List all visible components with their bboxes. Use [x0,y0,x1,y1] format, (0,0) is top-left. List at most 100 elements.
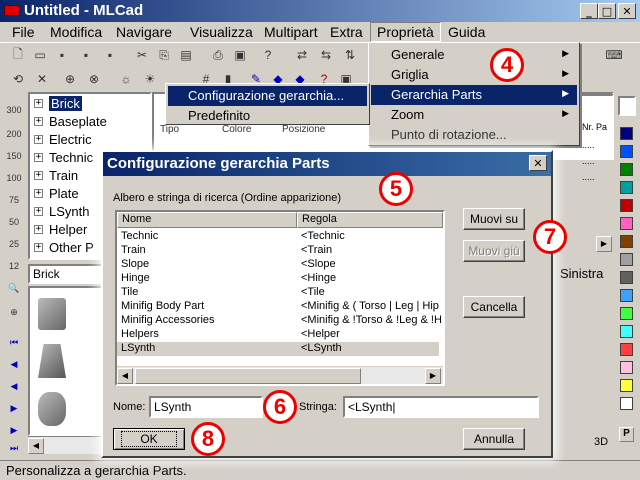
context-help-icon[interactable]: ? [258,45,278,65]
tree-item-lsynth[interactable]: + LSynth [34,202,89,220]
zoom-75-icon[interactable]: 75 [4,190,24,210]
color-swatch[interactable] [620,181,633,194]
color-swatch[interactable] [620,217,633,230]
delete-icon[interactable]: ✕ [32,69,52,89]
magnifier-icon[interactable]: 🔍 [4,278,24,298]
cancel-button[interactable]: Annulla [463,428,525,450]
color-swatch[interactable] [620,253,633,266]
tree-item-plate[interactable]: + Plate [34,184,79,202]
round-brick-thumbnail[interactable] [38,392,66,426]
menu-visualizza[interactable]: Visualizza [190,24,253,40]
tree-item-technic[interactable]: + Technic [34,148,93,166]
menu-item-configurazione[interactable]: Configurazione gerarchia... [168,86,367,106]
tree-item-electric[interactable]: + Electric [34,130,92,148]
tree-item-helper[interactable]: + Helper [34,220,87,238]
color-swatch[interactable] [620,163,633,176]
prev-step-icon[interactable]: ◀ [4,354,24,374]
menu-guida[interactable]: Guida [448,24,485,40]
move-up-icon[interactable]: ⇅ [340,45,360,65]
list-row[interactable]: Tile <Tile [117,286,439,300]
color-swatch[interactable] [620,343,633,356]
zoom-out-icon[interactable]: ⊗ [84,69,104,89]
menu-navigare[interactable]: Navigare [116,24,172,40]
scroll-left-arrow[interactable]: ◀ [117,368,133,384]
prev-icon[interactable]: ◀ [4,376,24,396]
list-row[interactable]: Slope <Slope [117,258,439,272]
list-row[interactable]: Hinge <Hinge [117,272,439,286]
tree-item-train[interactable]: + Train [34,166,78,184]
new-file-icon[interactable]: 🗋 [8,45,28,65]
menu-proprieta[interactable]: Proprietà [370,22,441,42]
list-row[interactable]: Minifig Accessories <Minifig & !Torso & !… [117,314,442,328]
zoom-all-icon[interactable]: ⊕ [4,302,24,322]
print-icon[interactable]: ⎙ [208,45,228,65]
zoom-in-icon[interactable]: ⊕ [60,69,80,89]
move-down-button[interactable]: Muovi giù [463,240,525,262]
move-left-icon[interactable]: ⇄ [292,45,312,65]
last-step-icon[interactable]: ⏭ [4,438,24,458]
scroll-left-arrow[interactable]: ◀ [28,438,44,454]
minimize-button[interactable]: _ [580,3,598,19]
light-icon[interactable]: ☀ [140,69,160,89]
stringa-input[interactable]: <LSynth| [343,396,539,418]
tree-item-baseplate[interactable]: + Baseplate [34,112,107,130]
menu-multipart[interactable]: Multipart [264,24,318,40]
color-swatch[interactable] [620,271,633,284]
bulb-icon[interactable]: ☼ [116,69,136,89]
rotate-icon[interactable]: ⟲ [8,69,28,89]
cone-thumbnail[interactable] [38,344,66,378]
zoom-150-icon[interactable]: 150 [4,146,24,166]
scroll-right-arrow[interactable]: ▶ [425,368,441,384]
zoom-25-icon[interactable]: 25 [4,234,24,254]
listview-hscroll[interactable]: ◀ ▶ [117,366,443,384]
zoom-200-icon[interactable]: 200 [4,124,24,144]
color-swatch[interactable] [620,235,633,248]
delete-button[interactable]: Cancella [463,296,525,318]
next-icon[interactable]: ▶ [4,398,24,418]
zoom-300-icon[interactable]: 300 [4,100,24,120]
copy-icon[interactable]: ⎘ [154,45,174,65]
save-all-icon[interactable]: ▪ [100,45,120,65]
color-swatch[interactable] [620,361,633,374]
menu-item-punto-rotazione[interactable]: Punto di rotazione... [371,125,577,145]
column-header-nome[interactable]: Nome [117,212,297,228]
zoom-50-icon[interactable]: 50 [4,212,24,232]
color-swatch[interactable] [620,289,633,302]
color-swatch[interactable] [620,127,633,140]
nome-input[interactable]: LSynth [149,396,263,418]
keyboard-icon[interactable]: ⌨ [604,45,624,65]
color-swatch[interactable] [620,307,633,320]
color-swatch[interactable] [620,145,633,158]
move-right-icon[interactable]: ⇆ [316,45,336,65]
list-row[interactable]: Train <Train [117,244,439,258]
next-step-icon[interactable]: ▶ [4,420,24,440]
ok-button[interactable]: OK [113,428,185,450]
column-header-regola[interactable]: Regola [297,212,443,228]
current-color[interactable] [618,96,636,116]
first-step-icon[interactable]: ⏮ [4,332,24,352]
zoom-100-icon[interactable]: 100 [4,168,24,188]
palette-button[interactable]: P [619,427,634,442]
list-row[interactable]: Helpers <Helper [117,328,439,342]
scroll-thumb[interactable] [135,368,361,384]
color-swatch[interactable] [620,379,633,392]
menu-item-generale[interactable]: Generale ▶ [371,45,577,65]
move-up-button[interactable]: Muovi su [463,208,525,230]
close-button[interactable]: ✕ [618,3,636,19]
list-row[interactable]: Technic <Technic [117,230,439,244]
menu-item-griglia[interactable]: Griglia ▶ [371,65,577,85]
maximize-button[interactable]: □ [598,3,616,19]
tree-item-other[interactable]: + Other P [34,238,94,256]
dialog-close-button[interactable]: ✕ [529,155,547,171]
brick-thumbnail[interactable] [38,298,66,330]
menu-extra[interactable]: Extra [330,24,363,40]
tree-item-brick[interactable]: + Brick [34,94,82,112]
paste-icon[interactable]: ▤ [176,45,196,65]
save-as-icon[interactable]: ▪ [76,45,96,65]
save-icon[interactable]: ▪ [52,45,72,65]
menu-modifica[interactable]: Modifica [50,24,102,40]
list-row[interactable]: Minifig Body Part <Minifig & ( Torso | Le… [117,300,439,314]
print-preview-icon[interactable]: ▣ [230,45,250,65]
menu-item-zoom[interactable]: Zoom ▶ [371,105,577,125]
color-swatch[interactable] [620,199,633,212]
